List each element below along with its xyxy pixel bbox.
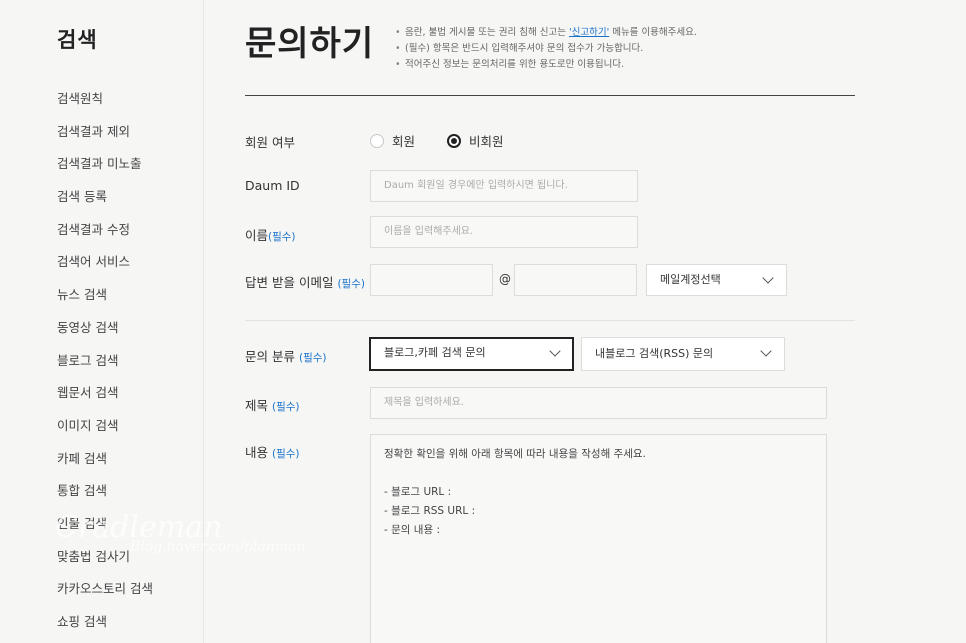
sidebar-item[interactable]: 뉴스 검색 <box>57 284 153 317</box>
notice-list: 음란, 불법 게시물 또는 권리 침해 신고는 '신고하기' 메뉴를 이용해주세… <box>395 25 697 73</box>
sidebar-item[interactable]: 검색결과 수정 <box>57 219 153 252</box>
name-input[interactable]: 이름을 입력해주세요. <box>370 216 638 248</box>
name-label: 이름(필수) <box>245 228 296 243</box>
chevron-down-icon <box>549 345 561 357</box>
subject-input[interactable]: 제목을 입력하세요. <box>370 387 827 419</box>
sidebar-item[interactable]: 맞춤법 검사기 <box>57 546 153 579</box>
daum-id-label: Daum ID <box>245 178 300 193</box>
sidebar: 검색 검색원칙 검색결과 제외 검색결과 미노출 검색 등록 검색결과 수정 검… <box>0 0 204 643</box>
email-domain-input[interactable] <box>514 264 637 296</box>
notice-item: 적어주신 정보는 문의처리를 위한 용도로만 이용됩니다. <box>395 57 697 73</box>
radio-unchecked-icon <box>370 133 384 148</box>
member-radio[interactable]: 회원 <box>370 131 415 150</box>
sidebar-item[interactable]: 이미지 검색 <box>57 415 153 448</box>
sidebar-item[interactable]: 카페 검색 <box>57 448 153 481</box>
category-secondary-select[interactable]: 내블로그 검색(RSS) 문의 <box>581 337 785 371</box>
sidebar-item[interactable]: 검색 등록 <box>57 186 153 219</box>
member-label: 회원 여부 <box>245 135 295 150</box>
subject-label: 제목 (필수) <box>245 398 300 413</box>
category-primary-select[interactable]: 블로그,카페 검색 문의 <box>369 337 574 371</box>
content-textarea[interactable]: 정확한 확인을 위해 아래 항목에 따라 내용을 작성해 주세요. - 블로그 … <box>370 434 827 643</box>
sidebar-item[interactable]: 블로그 검색 <box>57 350 153 383</box>
email-local-input[interactable] <box>370 264 493 296</box>
section-divider <box>245 320 855 321</box>
page-title: 문의하기 <box>245 24 375 64</box>
non-member-radio[interactable]: 비회원 <box>447 131 504 150</box>
report-link[interactable]: '신고하기' <box>569 27 609 38</box>
email-domain-select[interactable]: 메일계정선택 <box>646 264 787 296</box>
sidebar-item[interactable]: 통합 검색 <box>57 480 153 513</box>
notice-item: (필수) 항목은 반드시 입력해주셔야 문의 접수가 가능합니다. <box>395 41 697 57</box>
title-divider <box>245 95 855 96</box>
sidebar-item[interactable]: 웹문서 검색 <box>57 382 153 415</box>
sidebar-item[interactable]: 검색결과 제외 <box>57 121 153 154</box>
daum-id-input[interactable]: Daum 회원일 경우에만 입력하시면 됩니다. <box>370 170 638 202</box>
content-label: 내용 (필수) <box>245 445 300 460</box>
sidebar-menu: 검색원칙 검색결과 제외 검색결과 미노출 검색 등록 검색결과 수정 검색어 … <box>57 88 153 643</box>
sidebar-item[interactable]: 검색어 서비스 <box>57 251 153 284</box>
email-label: 답변 받을 이메일 (필수) <box>245 275 365 290</box>
sidebar-item[interactable]: 동영상 검색 <box>57 317 153 350</box>
sidebar-item[interactable]: 인물 검색 <box>57 513 153 546</box>
notice-item: 음란, 불법 게시물 또는 권리 침해 신고는 '신고하기' 메뉴를 이용해주세… <box>395 25 697 41</box>
chevron-down-icon <box>760 345 772 357</box>
chevron-down-icon <box>762 272 774 284</box>
sidebar-item[interactable]: 쇼핑 검색 <box>57 611 153 643</box>
radio-checked-icon <box>447 133 461 148</box>
sidebar-item[interactable]: 검색결과 미노출 <box>57 153 153 186</box>
sidebar-item[interactable]: 카카오스토리 검색 <box>57 578 153 611</box>
sidebar-title: 검색 <box>57 28 98 52</box>
at-sign: @ <box>499 272 511 286</box>
sidebar-item[interactable]: 검색원칙 <box>57 88 153 121</box>
category-label: 문의 분류 (필수) <box>245 349 327 364</box>
